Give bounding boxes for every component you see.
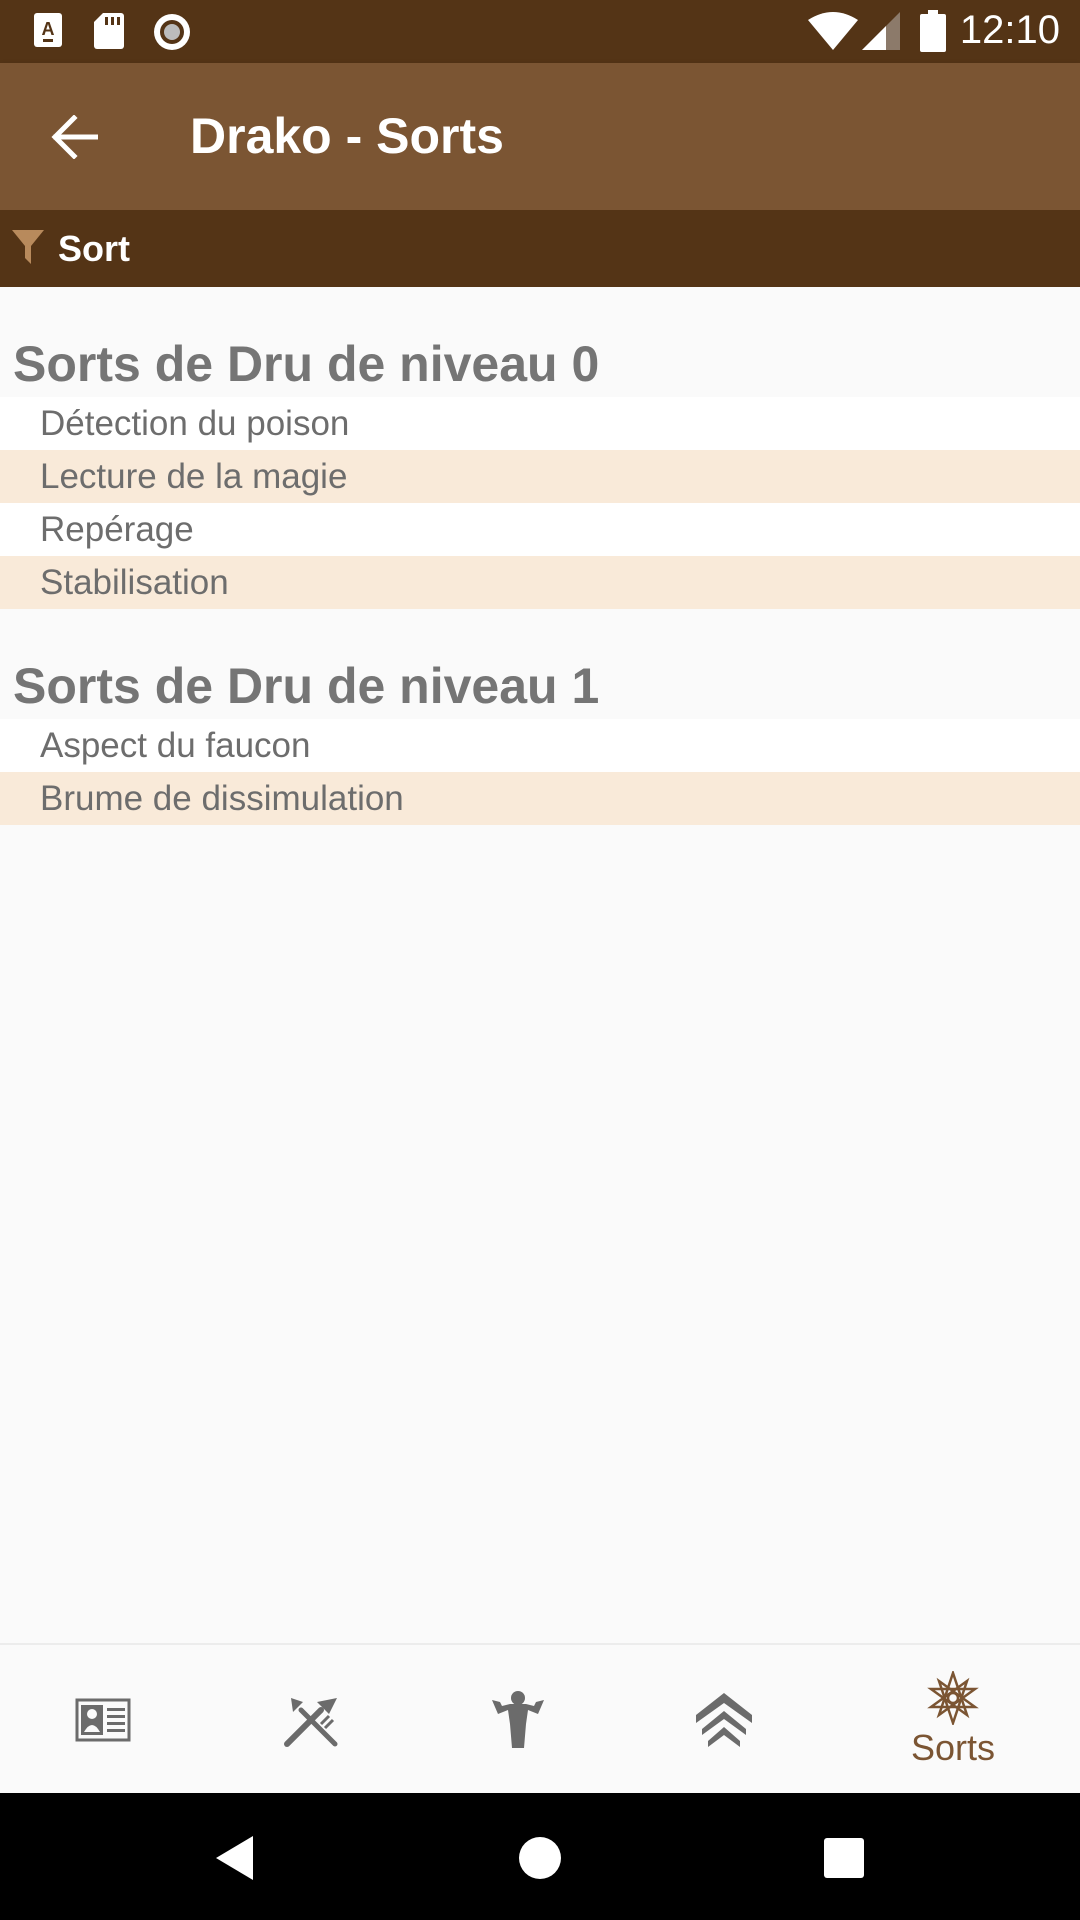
filter-icon [12,230,44,264]
spell-item[interactable]: Aspect du faucon [0,719,1080,772]
crossed-tools-icon [284,1698,338,1747]
spell-list: Sorts de Dru de niveau 0 Détection du po… [0,287,1080,825]
record-icon [154,14,190,50]
arrow-back-icon [51,115,98,159]
nav-item-character[interactable] [3,1645,203,1795]
circle-home-icon [519,1837,561,1879]
battery-icon [920,10,946,52]
spell-section-level-0: Sorts de Dru de niveau 0 Détection du po… [0,287,1080,609]
signal-icon [862,12,900,50]
status-time: 12:10 [959,8,1060,52]
app-bar: Drako - Sorts [0,63,1080,210]
section-title: Sorts de Dru de niveau 1 [13,658,600,714]
notification-a-icon: A [34,13,62,47]
system-home-button[interactable] [495,1813,585,1903]
sd-card-icon [94,13,124,49]
triangle-back-icon [216,1836,253,1880]
nav-label-spells: Sorts [910,1727,996,1768]
svg-text:A: A [42,19,55,39]
spell-item[interactable]: Repérage [0,503,1080,556]
page-title: Drako - Sorts [190,108,504,164]
wifi-icon [808,12,858,50]
system-back-button[interactable] [190,1813,280,1903]
system-recents-button[interactable] [799,1813,889,1903]
sort-label: Sort [58,228,130,269]
strength-figure-icon [492,1691,544,1748]
spell-item[interactable]: Détection du poison [0,397,1080,450]
sort-bar[interactable]: Sort [0,210,1080,287]
system-navigation-bar [0,1793,1080,1920]
bottom-navigation: Sorts [0,1643,1080,1795]
spell-item[interactable]: Stabilisation [0,556,1080,609]
section-title: Sorts de Dru de niveau 0 [13,336,600,392]
rank-chevrons-icon [696,1693,752,1747]
square-recents-icon [824,1838,864,1878]
star-spell-icon [927,1671,979,1725]
back-button[interactable] [30,93,118,181]
status-bar: A 12:10 [0,0,1080,63]
nav-item-levels[interactable] [624,1645,824,1795]
nav-item-equipment[interactable] [211,1645,411,1795]
section-header: Sorts de Dru de niveau 0 [0,287,1080,397]
spell-item[interactable]: Brume de dissimulation [0,772,1080,825]
spell-item[interactable]: Lecture de la magie [0,450,1080,503]
spell-section-level-1: Sorts de Dru de niveau 1 Aspect du fauco… [0,609,1080,825]
section-header: Sorts de Dru de niveau 1 [0,609,1080,719]
nav-item-spells[interactable]: Sorts [853,1645,1053,1795]
nav-item-abilities[interactable] [418,1645,618,1795]
character-card-icon [75,1698,131,1742]
